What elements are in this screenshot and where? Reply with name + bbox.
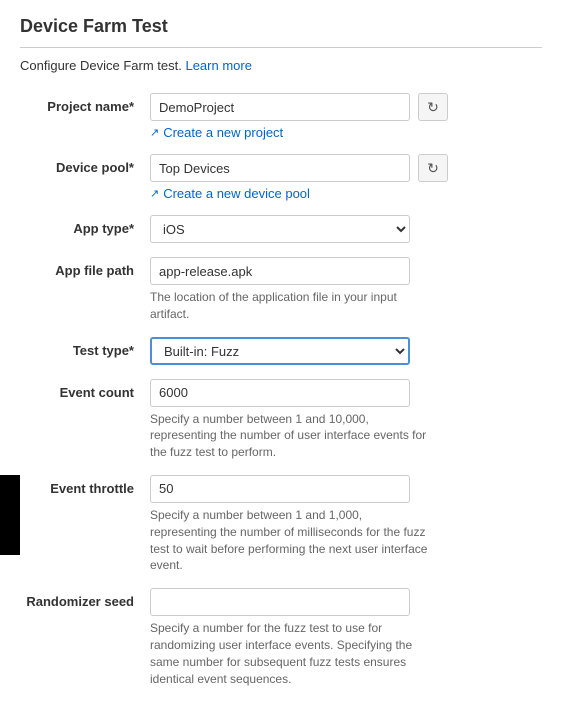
project-name-input[interactable] [150, 93, 410, 121]
event-throttle-row: Event throttle Specify a number between … [20, 475, 542, 574]
test-type-row: Test type* Built-in: FuzzBuilt-in: Explo… [20, 337, 542, 365]
app-file-path-hint: The location of the application file in … [150, 289, 430, 323]
device-pool-label: Device pool* [20, 154, 150, 175]
device-pool-input[interactable] [150, 154, 410, 182]
subtitle: Configure Device Farm test. Learn more [20, 58, 542, 73]
page-title: Device Farm Test [20, 16, 542, 48]
event-throttle-input[interactable] [150, 475, 410, 503]
event-count-hint: Specify a number between 1 and 10,000, r… [150, 411, 430, 461]
event-count-field-container: Specify a number between 1 and 10,000, r… [150, 379, 542, 461]
randomizer-seed-hint: Specify a number for the fuzz test to us… [150, 620, 430, 687]
randomizer-seed-input-row [150, 588, 542, 616]
project-name-input-row: ↻ [150, 93, 542, 121]
create-device-pool-icon: ↗ [150, 187, 159, 200]
app-type-row: App type* iOSAndroid [20, 215, 542, 243]
device-pool-field-container: ↻ ↗ Create a new device pool [150, 154, 542, 201]
randomizer-seed-input[interactable] [150, 588, 410, 616]
test-type-label: Test type* [20, 337, 150, 358]
test-type-field-container: Built-in: FuzzBuilt-in: ExplorerAppium J… [150, 337, 542, 365]
randomizer-seed-row: Randomizer seed Specify a number for the… [20, 588, 542, 687]
learn-more-link[interactable]: Learn more [185, 58, 251, 73]
create-project-icon: ↗ [150, 126, 159, 139]
app-type-label: App type* [20, 215, 150, 236]
app-type-input-row: iOSAndroid [150, 215, 542, 243]
device-pool-refresh-button[interactable]: ↻ [418, 154, 448, 182]
project-name-label: Project name* [20, 93, 150, 114]
randomizer-seed-field-container: Specify a number for the fuzz test to us… [150, 588, 542, 687]
test-type-select[interactable]: Built-in: FuzzBuilt-in: ExplorerAppium J… [150, 337, 410, 365]
app-type-field-container: iOSAndroid [150, 215, 542, 243]
event-count-input[interactable] [150, 379, 410, 407]
randomizer-seed-label: Randomizer seed [20, 588, 150, 609]
device-pool-input-row: ↻ [150, 154, 542, 182]
app-file-path-field-container: The location of the application file in … [150, 257, 542, 323]
event-count-input-row [150, 379, 542, 407]
event-count-row: Event count Specify a number between 1 a… [20, 379, 542, 461]
project-name-field-container: ↻ ↗ Create a new project [150, 93, 542, 140]
create-new-device-pool-link[interactable]: Create a new device pool [163, 186, 310, 201]
project-name-row: Project name* ↻ ↗ Create a new project [20, 93, 542, 140]
create-device-pool-link-row: ↗ Create a new device pool [150, 186, 542, 201]
event-count-label: Event count [20, 379, 150, 400]
app-type-select[interactable]: iOSAndroid [150, 215, 410, 243]
app-file-path-input[interactable] [150, 257, 410, 285]
create-new-project-link[interactable]: Create a new project [163, 125, 283, 140]
event-throttle-field-container: Specify a number between 1 and 1,000, re… [150, 475, 542, 574]
app-file-path-label: App file path [20, 257, 150, 278]
event-throttle-label: Event throttle [20, 475, 150, 496]
test-type-input-row: Built-in: FuzzBuilt-in: ExplorerAppium J… [150, 337, 542, 365]
app-file-path-input-row [150, 257, 542, 285]
device-pool-row: Device pool* ↻ ↗ Create a new device poo… [20, 154, 542, 201]
app-file-path-row: App file path The location of the applic… [20, 257, 542, 323]
event-throttle-hint: Specify a number between 1 and 1,000, re… [150, 507, 430, 574]
project-name-refresh-button[interactable]: ↻ [418, 93, 448, 121]
create-project-link-row: ↗ Create a new project [150, 125, 542, 140]
event-throttle-input-row [150, 475, 542, 503]
